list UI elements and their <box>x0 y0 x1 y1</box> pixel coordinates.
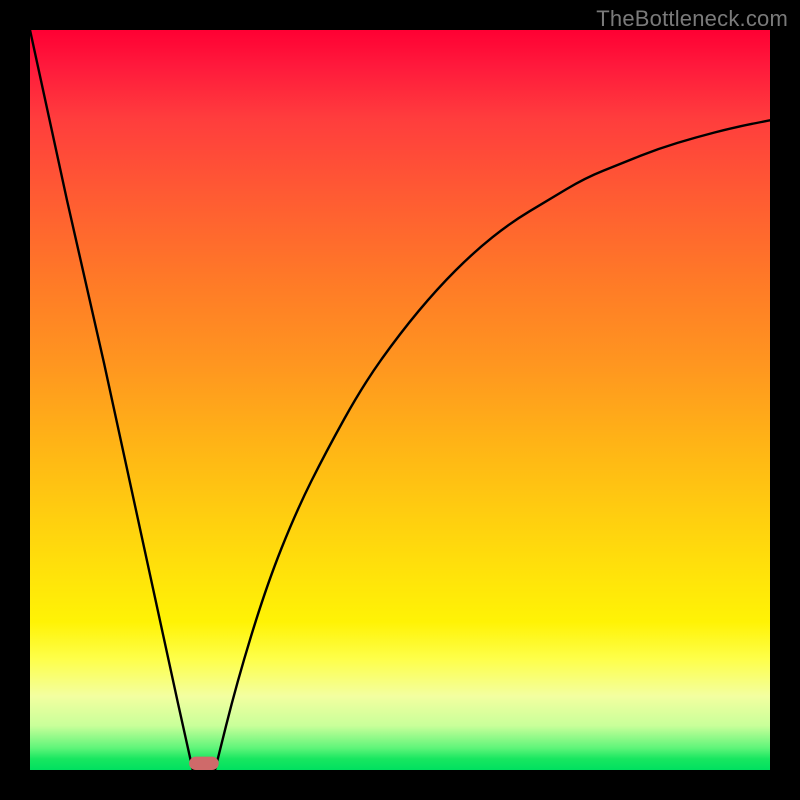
plot-area <box>30 30 770 770</box>
curve-group <box>30 30 770 770</box>
curve-layer <box>30 30 770 770</box>
minimum-marker <box>189 757 219 770</box>
minimum-marker-pill <box>189 757 219 770</box>
bottleneck-curve <box>30 30 770 770</box>
chart-frame: TheBottleneck.com <box>0 0 800 800</box>
attribution-text: TheBottleneck.com <box>596 6 788 32</box>
